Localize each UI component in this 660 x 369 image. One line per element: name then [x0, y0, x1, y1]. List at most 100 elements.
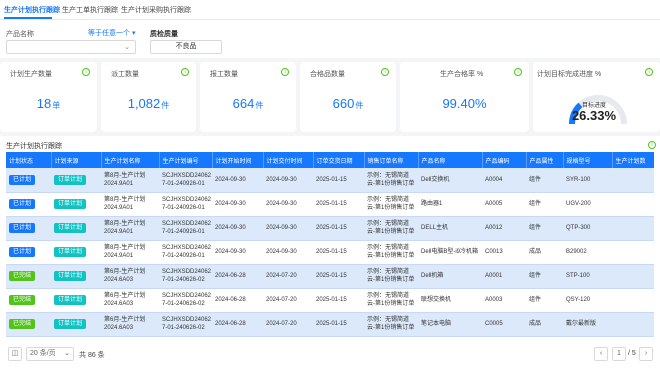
cell-spec: 戴尔最新版 [563, 312, 612, 337]
cell-qty [612, 288, 654, 313]
cell-product: 笔记本电脑 [418, 312, 482, 337]
column-header[interactable]: 计划开始时间 [212, 152, 264, 168]
card-title: 合格品数量 [310, 71, 345, 78]
info-icon[interactable]: i [381, 68, 389, 76]
column-header[interactable]: 产品属性 [526, 152, 564, 168]
cell-source: 订单计划 [51, 192, 101, 217]
cell-product: Dell电脑B型-i9冷机箱 [418, 240, 482, 265]
column-header[interactable]: 销售订单名称 [364, 152, 419, 168]
info-icon[interactable]: i [281, 68, 289, 76]
cell-status: 已计划 [6, 192, 51, 217]
cell-source: 订单计划 [51, 240, 101, 265]
cell-spec: B29002 [563, 240, 612, 265]
cell-spec: QTP-300 [563, 216, 612, 241]
cell-spec: STP-100 [563, 264, 612, 289]
cell-attr: 成品 [526, 240, 563, 265]
column-header[interactable]: 产品名称 [418, 152, 483, 168]
cell-order: 示例：无锡简道 云-第1份销售订单 [364, 192, 418, 217]
column-header[interactable]: 订单交货日期 [313, 152, 365, 168]
column-header[interactable]: 产品编码 [482, 152, 527, 168]
table-row[interactable]: 已完结 订单计划 第6月-生产计划 2024.6A03 SCJHXSDD24062 7… [6, 312, 654, 337]
cell-attr: 组件 [526, 288, 563, 313]
current-page-input[interactable]: 1 [612, 347, 626, 361]
columns-icon: ◫ [11, 350, 19, 357]
next-page-button[interactable]: › [639, 347, 653, 361]
status-badge: 已完结 [9, 295, 36, 305]
column-header[interactable]: 生产计划数 [612, 152, 654, 168]
tab-work-order-tracking[interactable]: 生产工单执行跟踪 [62, 5, 118, 15]
product-name-label: 产品名称 [6, 31, 34, 38]
card-dispatch-quantity: 派工数量 i 1,082件 [101, 62, 196, 132]
source-badge: 订单计划 [54, 319, 87, 329]
column-settings-button[interactable]: ◫ [8, 347, 22, 361]
tab-production-plan-tracking[interactable]: 生产计划执行跟踪 [4, 5, 60, 15]
table-row[interactable]: 已计划 订单计划 第8月-生产计划 2024.9A01 SCJHXSDD24062 7… [6, 168, 654, 193]
cell-pcode: C0013 [482, 240, 526, 265]
cell-status: 已完结 [6, 264, 51, 289]
cell-start: 2024-06-28 [212, 264, 263, 289]
source-badge: 订单计划 [54, 247, 87, 257]
top-tab-bar: 生产计划执行跟踪 生产工单执行跟踪 生产计划采购执行跟踪 [0, 0, 660, 20]
cell-code: SCJHXSDD24062 7-01-240926-01 [159, 216, 212, 241]
cell-attr: 组件 [526, 264, 563, 289]
info-icon[interactable]: i [82, 68, 90, 76]
column-header[interactable]: 生产计划编号 [159, 152, 213, 168]
cell-qty [612, 216, 654, 241]
cell-pcode: A0012 [482, 216, 526, 241]
cell-name: 第8月-生产计划 2024.9A01 [101, 192, 159, 217]
quality-label: 质检质量 [150, 31, 178, 38]
table-row[interactable]: 已计划 订单计划 第8月-生产计划 2024.9A01 SCJHXSDD24062 7… [6, 216, 654, 241]
cell-code: SCJHXSDD24062 7-01-240626-02 [159, 312, 212, 337]
cell-status: 已完结 [6, 288, 51, 313]
card-report-quantity: 报工数量 i 664件 [200, 62, 296, 132]
source-badge: 订单计划 [54, 271, 87, 281]
product-name-select[interactable]: ⌄ [6, 40, 136, 54]
active-tab-indicator [4, 17, 52, 19]
column-header[interactable]: 生产计划名称 [101, 152, 160, 168]
source-badge: 订单计划 [54, 223, 87, 233]
info-icon[interactable]: i [648, 141, 656, 149]
table-row[interactable]: 已完结 订单计划 第6月-生产计划 2024.6A03 SCJHXSDD24062 7… [6, 264, 654, 289]
column-header[interactable]: 计划交付时间 [263, 152, 314, 168]
cell-status: 已计划 [6, 168, 51, 193]
caret-down-icon: ▾ [131, 30, 136, 37]
cell-pcode: A0004 [482, 168, 526, 193]
table-row[interactable]: 已完结 订单计划 第6月-生产计划 2024.6A03 SCJHXSDD24062 7… [6, 288, 654, 313]
quality-option-defective[interactable]: 不良品 [150, 40, 222, 54]
column-header[interactable]: 计划状态 [6, 152, 52, 168]
source-badge: 订单计划 [54, 174, 87, 185]
filter-operator-dropdown[interactable]: 等于任意一个 ▾ [88, 28, 135, 38]
card-value: 660件 [332, 96, 364, 111]
cell-name: 第6月-生产计划 2024.6A03 [101, 312, 159, 337]
page-size-select[interactable]: 20 条/页 ⌄ [26, 347, 74, 361]
cell-code: SCJHXSDD24062 7-01-240626-02 [159, 264, 212, 289]
cell-attr: 组件 [526, 216, 563, 241]
column-header[interactable]: 规格型号 [563, 152, 613, 168]
cell-source: 订单计划 [51, 216, 101, 241]
card-value: 18单 [36, 96, 61, 111]
card-title: 报工数量 [210, 71, 238, 78]
cell-product: 联想交换机 [418, 288, 482, 313]
info-icon[interactable]: i [645, 68, 653, 76]
column-header[interactable]: 计划来源 [51, 152, 102, 168]
cell-delivery: 2025-01-15 [313, 264, 364, 289]
tab-plan-purchase-tracking[interactable]: 生产计划采购执行跟踪 [121, 5, 191, 15]
cell-source: 订单计划 [51, 168, 101, 193]
status-badge: 已计划 [9, 223, 36, 233]
cell-start: 2024-06-28 [212, 312, 263, 337]
cell-spec: QSY-120 [563, 288, 612, 313]
cell-delivery: 2025-01-15 [313, 216, 364, 241]
cell-order: 示例：无锡简道 云-第1份销售订单 [364, 264, 418, 289]
cell-pcode: A0001 [482, 264, 526, 289]
cell-product: Dell机箱 [418, 264, 482, 289]
cell-name: 第8月-生产计划 2024.9A01 [101, 240, 159, 265]
info-icon[interactable]: i [181, 68, 189, 76]
cell-pcode: A0003 [482, 288, 526, 313]
info-icon[interactable]: i [514, 68, 522, 76]
card-pass-rate: 生产合格率 % i 99.40% [400, 62, 529, 132]
cell-start: 2024-09-30 [212, 192, 263, 217]
table-row[interactable]: 已计划 订单计划 第8月-生产计划 2024.9A01 SCJHXSDD24062 7… [6, 192, 654, 217]
plan-table-container[interactable]: 计划状态 计划来源 生产计划名称 生产计划编号 计划开始时间 计划交付时间 订单交货日期 销售… [6, 152, 654, 340]
prev-page-button[interactable]: ‹ [594, 347, 608, 361]
table-row[interactable]: 已计划 订单计划 第8月-生产计划 2024.9A01 SCJHXSDD24062 7… [6, 240, 654, 265]
